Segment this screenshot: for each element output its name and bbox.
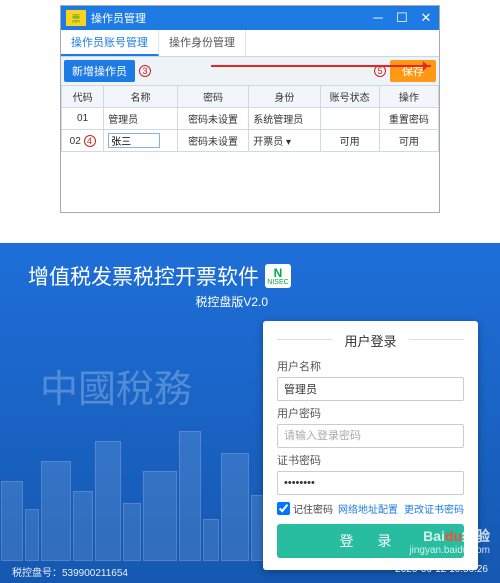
app-subtitle: 税控盘版V2.0 (28, 293, 268, 310)
status-bar: 税控盘号：539900211654 2020-06-12 10:56:26 (0, 564, 500, 579)
arrow-icon (211, 65, 431, 67)
password-label: 用户密码 (277, 405, 464, 421)
name-input[interactable] (108, 133, 160, 148)
col-op: 操作 (379, 86, 438, 108)
username-label: 用户名称 (277, 358, 464, 374)
tab-accounts[interactable]: 操作员账号管理 (61, 30, 159, 56)
datetime: 2020-06-12 10:56:26 (395, 564, 488, 579)
minimize-button[interactable]: ─ (367, 10, 389, 26)
col-status: 账号状态 (320, 86, 379, 108)
app-logo-icon: 票 (66, 10, 86, 26)
maximize-button[interactable]: ☐ (391, 10, 413, 26)
app-title: 增值税发票税控开票软件 (28, 261, 259, 291)
change-cert-link[interactable]: 更改证书密码 (404, 501, 464, 516)
cert-label: 证书密码 (277, 452, 464, 468)
title-bar: 票 操作员管理 ─ ☐ ✕ (61, 6, 439, 30)
username-input[interactable] (277, 377, 464, 401)
col-name: 名称 (104, 86, 178, 108)
disk-number: 税控盘号：539900211654 (12, 564, 128, 579)
login-heading: 用户登录 (277, 331, 464, 350)
watermark: Baidu经验 jingyan.baidu.com (409, 528, 490, 557)
tab-bar: 操作员账号管理 操作身份管理 (61, 30, 439, 57)
window-title: 操作员管理 (91, 10, 367, 26)
annotation-3: 3 (139, 65, 151, 77)
close-button[interactable]: ✕ (415, 10, 437, 26)
operator-table: 代码 名称 密码 身份 账号状态 操作 01 管理员 密码未设置 系统管理员 重… (61, 85, 439, 152)
tab-identity[interactable]: 操作身份管理 (159, 30, 246, 56)
add-operator-button[interactable]: 新增操作员 (64, 60, 135, 82)
col-role: 身份 (249, 86, 320, 108)
toolbar: 新增操作员 3 5 保存 (61, 57, 439, 85)
background-text: 中國稅務 (40, 358, 192, 413)
password-input[interactable] (277, 424, 464, 448)
login-window: 增值税发票税控开票软件 NNISEC 税控盘版V2.0 中國稅務 用户登录 用户… (0, 243, 500, 583)
net-config-link[interactable]: 网络地址配置 (338, 501, 398, 516)
col-code: 代码 (62, 86, 104, 108)
cert-input[interactable] (277, 471, 464, 495)
nisec-logo-icon: NNISEC (265, 264, 291, 288)
reset-pwd-link[interactable]: 重置密码 (379, 108, 438, 130)
role-select[interactable]: 开票员 ▾ (249, 130, 320, 152)
table-row[interactable]: 01 管理员 密码未设置 系统管理员 重置密码 (62, 108, 439, 130)
table-row[interactable]: 02 4 密码未设置 开票员 ▾ 可用 可用 (62, 130, 439, 152)
operator-mgmt-window: 票 操作员管理 ─ ☐ ✕ 操作员账号管理 操作身份管理 新增操作员 3 5 保… (60, 5, 440, 213)
col-pwd: 密码 (177, 86, 248, 108)
annotation-4: 4 (84, 135, 96, 147)
remember-checkbox[interactable]: 记住密码 (277, 501, 333, 516)
